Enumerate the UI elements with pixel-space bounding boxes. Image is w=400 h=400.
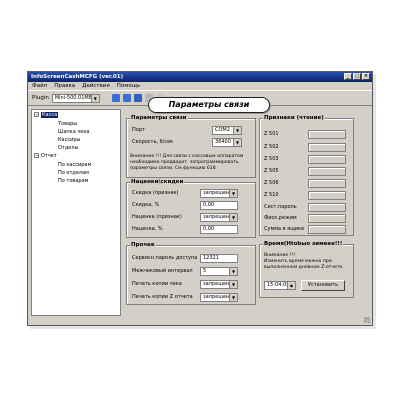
receipt-interval-select[interactable]: 5 ▼ <box>200 267 238 276</box>
discount-flag-select[interactable]: запрещена ▼ <box>200 189 238 198</box>
discount-flag-value: запрещена <box>203 190 233 196</box>
chevron-down-icon: ▼ <box>229 281 237 288</box>
discounts-title: Наценки\скидки <box>130 179 185 186</box>
sign-label: Z 502 <box>264 144 279 150</box>
chevron-down-icon: ▼ <box>233 139 241 146</box>
markup-flag-value: запрещена <box>203 214 233 220</box>
z-copy-label: Печать копии Z отчета <box>132 294 193 300</box>
markup-percent-label: Наценка, % <box>132 226 163 232</box>
section-callout: Параметры связи <box>148 97 270 113</box>
chevron-down-icon: ▼ <box>229 294 237 301</box>
chevron-down-icon: ▼ <box>90 94 99 102</box>
spinner-icon: ◆ <box>287 282 295 289</box>
maximize-button[interactable]: □ <box>353 73 361 80</box>
window-title: InfoScreenCashMCFG (ver.01) <box>31 74 124 80</box>
receipt-copy-label: Печать копии чека <box>132 281 182 287</box>
tree-root-report-label: Отчет <box>41 153 57 159</box>
markup-percent-input[interactable]: 0,00 <box>200 225 238 234</box>
signs-title: Признаки (чтение) <box>263 115 325 122</box>
discount-percent-input[interactable]: 0,00 <box>200 201 238 210</box>
sign-label: Z 503 <box>264 156 279 162</box>
port-label: Порт <box>132 127 145 133</box>
time-title: Время(Htobыo эимеее!!! <box>263 241 344 248</box>
discount-flag-label: Скидка (признак) <box>132 190 179 196</box>
plugin-select[interactable]: Mini-500.01ME ▼ <box>51 93 100 103</box>
connection-note: Внимание !!! Для связи с кассовым аппара… <box>130 154 243 172</box>
time-note: Внимание !!! Изменить время можно при вы… <box>264 253 344 271</box>
connection-note-line: параметры связи. См функцию 618 <box>130 166 216 171</box>
chevron-down-icon: ▼ <box>229 214 237 221</box>
write-device-icon[interactable] <box>122 94 131 102</box>
receipt-copy-value: запрещена <box>203 281 233 287</box>
sign-label: Сист.пароль <box>264 204 297 210</box>
speed-select[interactable]: 38400 ▼ <box>212 138 242 147</box>
z-copy-value: запрещена <box>203 294 233 300</box>
sign-value-box <box>308 155 346 164</box>
menu-help[interactable]: Помощь <box>117 82 140 90</box>
speed-value: 38400 <box>215 139 231 145</box>
other-title: Прочее <box>130 242 156 249</box>
service-password-input[interactable]: 12321 <box>200 254 238 263</box>
tree-item-by-cashiers[interactable]: По кассирам <box>58 162 91 169</box>
receipt-interval-label: Межчековый интервал <box>132 268 193 274</box>
sign-value-box <box>308 191 346 200</box>
tree-item-receipt-header[interactable]: Шапка чека <box>58 129 89 136</box>
receipt-interval-value: 5 <box>203 268 207 274</box>
sign-value-box <box>308 179 346 188</box>
sign-value-box <box>308 203 346 212</box>
sign-label: Сумма в ящике <box>264 226 305 232</box>
sign-value-box <box>308 167 346 176</box>
chevron-down-icon: ▼ <box>229 190 237 197</box>
tree-item-goods[interactable]: Товары <box>58 121 77 128</box>
resize-grip-icon[interactable] <box>364 317 370 323</box>
tree-root-cash-label: Касса <box>41 112 59 118</box>
collapse-icon: − <box>34 112 40 118</box>
tree-root-cash[interactable]: − Касса <box>34 112 59 119</box>
markup-flag-select[interactable]: запрещена ▼ <box>200 213 238 222</box>
connect-icon[interactable] <box>133 94 142 102</box>
minimize-button[interactable]: _ <box>344 73 352 80</box>
navigation-tree: − Касса Товары Шапка чека Кассиры Отделы … <box>31 109 121 316</box>
sign-value-box <box>308 214 346 223</box>
receipt-copy-select[interactable]: запрещена ▼ <box>200 280 238 289</box>
port-value: COM2 <box>215 127 230 133</box>
port-select[interactable]: COM2 ▼ <box>212 126 242 135</box>
sign-label: Z 506 <box>264 180 279 186</box>
tree-root-report[interactable]: − Отчет <box>34 153 57 160</box>
tree-item-by-goods[interactable]: По товарам <box>58 178 88 185</box>
discount-percent-label: Скидка, % <box>132 202 160 208</box>
service-password-label: Сервисн.пароль доступа <box>132 255 198 261</box>
title-bar: InfoScreenCashMCFG (ver.01) _ □ × <box>28 72 372 82</box>
sign-label: Фиск.режим <box>264 215 297 221</box>
sign-label: Z 505 <box>264 168 279 174</box>
tree-item-departments[interactable]: Отделы <box>58 145 79 152</box>
tree-item-by-departments[interactable]: По отделам <box>58 170 89 177</box>
close-button[interactable]: × <box>362 73 370 80</box>
connection-title: Параметры связи <box>130 115 188 122</box>
sign-value-box <box>308 143 346 152</box>
sign-label: Z 510 <box>264 192 279 198</box>
menu-actions[interactable]: Действия <box>82 82 110 90</box>
chevron-down-icon: ▼ <box>233 127 241 134</box>
sign-label: Z 501 <box>264 131 279 137</box>
sign-value-box <box>308 130 346 139</box>
menu-file[interactable]: Файл <box>32 82 47 90</box>
plugin-label: Plugin <box>32 95 49 101</box>
speed-label: Скорость, б/сек <box>132 139 174 145</box>
menu-bar: Файл Правка Действия Помощь <box>28 82 372 90</box>
read-device-icon[interactable] <box>111 94 120 102</box>
set-time-button[interactable]: Установить <box>301 280 345 291</box>
z-copy-select[interactable]: запрещена ▼ <box>200 293 238 302</box>
markup-flag-label: Наценка (признак) <box>132 214 182 220</box>
time-input[interactable]: 15:04:05 ◆ <box>264 281 296 290</box>
sign-value-box <box>308 225 346 234</box>
collapse-icon: − <box>34 153 40 159</box>
plugin-select-value: Mini-500.01ME <box>54 94 92 101</box>
time-note-line: выполненном дневном Z-отчете. <box>264 265 344 270</box>
menu-edit[interactable]: Правка <box>54 82 75 90</box>
chevron-down-icon: ▼ <box>229 268 237 275</box>
tree-item-cashiers[interactable]: Кассиры <box>58 137 80 144</box>
